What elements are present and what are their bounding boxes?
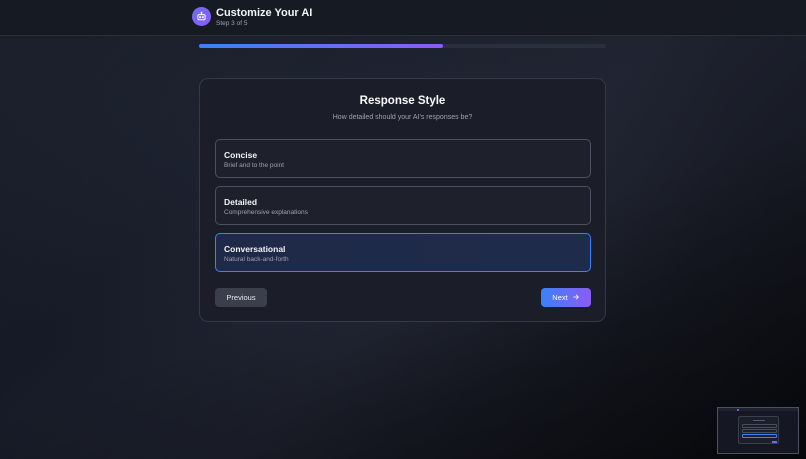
option-concise[interactable]: Concise Brief and to the point (215, 139, 591, 178)
thumbnail-option-selected (742, 434, 777, 438)
option-conversational[interactable]: Conversational Natural back-and-forth (215, 233, 591, 272)
thumbnail-avatar (737, 408, 739, 411)
thumbnail-next-button (772, 441, 777, 443)
thumbnail-title-line (753, 420, 765, 421)
step-indicator: Step 3 of 5 (216, 20, 248, 27)
option-title: Detailed (224, 197, 258, 207)
window-thumbnail[interactable] (717, 407, 799, 454)
option-detailed[interactable]: Detailed Comprehensive explanations (215, 186, 591, 225)
progress-bar (199, 44, 606, 48)
previous-button-label: Previous (226, 293, 256, 302)
thumbnail-option (742, 429, 777, 433)
next-button-label: Next (552, 293, 568, 302)
thumbnail-option (742, 424, 777, 428)
card-subtitle: How detailed should your AI's responses … (332, 114, 473, 121)
progress-fill (199, 44, 444, 48)
arrow-right-icon (572, 293, 580, 303)
option-description: Natural back-and-forth (224, 256, 289, 263)
top-bar: Customize Your AI Step 3 of 5 (0, 0, 806, 36)
option-title: Conversational (224, 244, 286, 254)
option-description: Comprehensive explanations (224, 209, 308, 216)
robot-icon (192, 7, 211, 26)
option-title: Concise (224, 150, 258, 160)
response-style-card: Response Style How detailed should your … (199, 78, 606, 322)
thumbnail-card (738, 416, 779, 444)
page-title: Customize Your AI (216, 7, 313, 19)
previous-button[interactable]: Previous (215, 288, 267, 307)
option-description: Brief and to the point (224, 162, 284, 169)
next-button[interactable]: Next (541, 288, 591, 307)
card-title: Response Style (359, 95, 446, 107)
thumbnail-topbar (718, 408, 798, 411)
